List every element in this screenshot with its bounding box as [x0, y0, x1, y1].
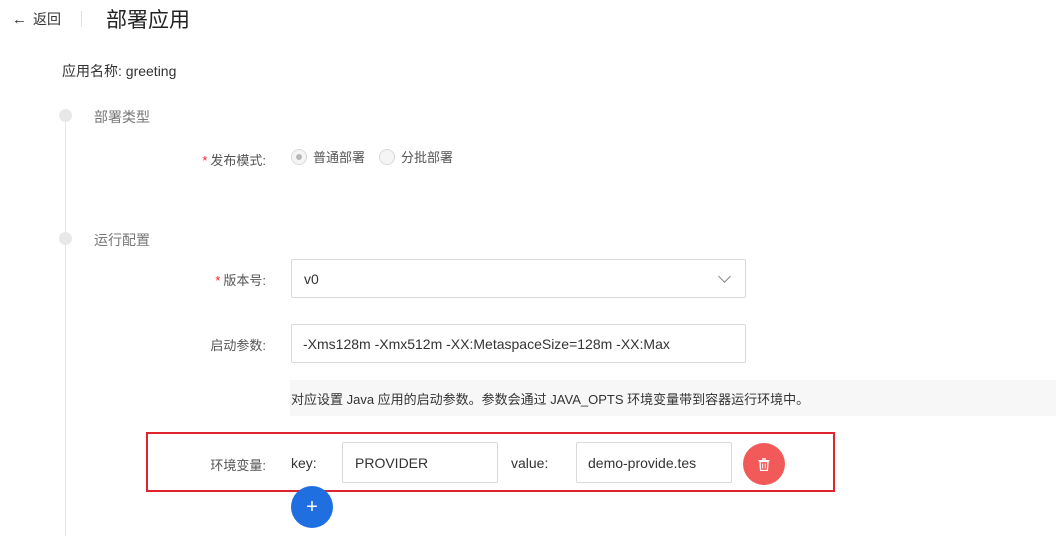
delete-env-button[interactable]: [743, 443, 785, 485]
page-title: 部署应用: [106, 9, 190, 32]
back-arrow-icon: ←: [12, 10, 27, 28]
deploy-mode-label-text: 发布模式:: [210, 153, 266, 168]
startup-params-hint: 对应设置 Java 应用的启动参数。参数会通过 JAVA_OPTS 环境变量带到…: [290, 380, 1056, 416]
env-value-input[interactable]: demo-provide.tes: [576, 442, 732, 483]
radio-batch-deploy[interactable]: 分批部署: [379, 147, 453, 166]
plus-icon: +: [306, 496, 318, 518]
env-value-label: value:: [511, 455, 549, 471]
version-label: * 版本号:: [215, 270, 266, 289]
version-label-text: 版本号:: [223, 273, 266, 288]
timeline-dot-deploy-type: [59, 109, 72, 122]
section-title-deploy-type: 部署类型: [94, 109, 150, 125]
deploy-mode-radio-group: 普通部署 分批部署: [291, 147, 467, 166]
app-name: 应用名称: greeting: [62, 63, 177, 79]
radio-batch-deploy-label: 分批部署: [401, 150, 454, 165]
startup-params-input[interactable]: -Xms128m -Xmx512m -XX:MetaspaceSize=128m…: [291, 324, 746, 363]
env-key-label: key:: [291, 455, 317, 471]
required-mark: *: [202, 153, 208, 168]
timeline-line: [65, 118, 66, 536]
header-divider: [81, 11, 82, 27]
timeline-dot-run-config: [59, 232, 72, 245]
radio-normal-deploy[interactable]: 普通部署: [291, 147, 365, 166]
deploy-mode-label: * 发布模式:: [202, 150, 266, 169]
env-key-input[interactable]: PROVIDER: [342, 442, 498, 483]
version-select[interactable]: v0: [291, 259, 746, 298]
startup-params-hint-text: 对应设置 Java 应用的启动参数。参数会通过 JAVA_OPTS 环境变量带到…: [291, 391, 810, 407]
add-env-button[interactable]: +: [291, 486, 333, 528]
radio-checked-icon: [291, 148, 307, 165]
startup-params-label: 启动参数:: [210, 338, 266, 353]
back-label: 返回: [33, 11, 61, 27]
trash-icon: [758, 457, 770, 471]
section-title-run-config: 运行配置: [94, 232, 150, 248]
radio-normal-deploy-label: 普通部署: [313, 150, 366, 165]
chevron-down-icon: [718, 269, 731, 283]
back-link[interactable]: ← 返回: [12, 9, 61, 29]
page-header: ← 返回 部署应用: [12, 4, 190, 34]
required-mark: *: [215, 273, 221, 288]
radio-unchecked-icon: [379, 148, 396, 165]
env-vars-label: 环境变量:: [210, 458, 266, 473]
version-select-value: v0: [304, 270, 319, 287]
